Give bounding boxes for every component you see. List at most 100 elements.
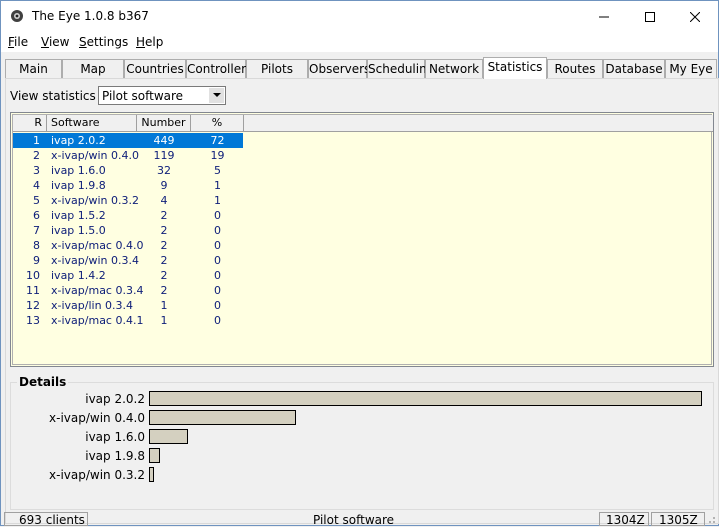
cell-software: x-ivap/mac 0.3.4 (51, 284, 144, 297)
tab-strip: Main Map Countries Controllers Pilots Ob… (5, 57, 717, 79)
app-window: The Eye 1.0.8 b367 File View Settings He… (0, 0, 719, 527)
list-header: R Software Number % (13, 115, 713, 132)
cell-software: x-ivap/win 0.3.2 (51, 194, 139, 207)
cell-number: 2 (160, 239, 168, 252)
cell-software: ivap 2.0.2 (51, 134, 106, 147)
maximize-button[interactable] (627, 1, 673, 32)
cell-software: ivap 1.5.0 (51, 224, 106, 237)
resize-grip-icon[interactable] (706, 514, 716, 524)
window-title: The Eye 1.0.8 b367 (32, 9, 149, 23)
column-header-filler (244, 115, 713, 132)
table-row[interactable]: 4 ivap 1.9.8 9 1 (13, 178, 243, 193)
bar (149, 429, 188, 444)
bar (149, 467, 154, 482)
cell-rank: 10 (26, 269, 40, 282)
table-row[interactable]: 7 ivap 1.5.0 2 0 (13, 223, 243, 238)
table-row[interactable]: 13 x-ivap/mac 0.4.1 1 0 (13, 313, 243, 328)
menu-settings-accel: S (79, 35, 87, 49)
column-header-number[interactable]: Number (137, 115, 191, 132)
tab-observers[interactable]: Observers (308, 59, 370, 78)
cell-percent: 0 (214, 224, 221, 237)
table-row[interactable]: 6 ivap 1.5.2 2 0 (13, 208, 243, 223)
cell-rank: 6 (33, 209, 40, 222)
table-row[interactable]: 10 ivap 1.4.2 2 0 (13, 268, 243, 283)
cell-number: 9 (160, 179, 168, 192)
minimize-button[interactable] (581, 1, 627, 32)
dropdown-button[interactable] (209, 88, 224, 103)
cell-software: x-ivap/mac 0.4.0 (51, 239, 144, 252)
close-icon (690, 11, 700, 22)
table-row[interactable]: 3 ivap 1.6.0 32 5 (13, 163, 243, 178)
tab-routes[interactable]: Routes (547, 59, 603, 78)
cell-number: 1 (160, 314, 168, 327)
status-time2: 1305Z (659, 513, 698, 527)
bar-label: ivap 1.9.8 (85, 449, 145, 463)
table-row[interactable]: 5 x-ivap/win 0.3.2 4 1 (13, 193, 243, 208)
table-row[interactable]: 2 x-ivap/win 0.4.0 119 19 (13, 148, 243, 163)
cell-rank: 1 (33, 134, 40, 147)
title-bar[interactable]: The Eye 1.0.8 b367 (1, 1, 718, 32)
statistics-select[interactable]: Pilot software (98, 86, 226, 105)
column-header-software[interactable]: Software (47, 115, 137, 132)
tab-countries[interactable]: Countries (124, 59, 186, 78)
tab-my-eye[interactable]: My Eye (665, 59, 717, 78)
cell-number: 2 (160, 209, 168, 222)
maximize-icon (645, 11, 655, 22)
table-row[interactable]: 9 x-ivap/win 0.3.4 2 0 (13, 253, 243, 268)
cell-number: 1 (160, 299, 168, 312)
bar-label: x-ivap/win 0.3.2 (49, 468, 145, 482)
cell-percent: 0 (214, 254, 221, 267)
cell-software: ivap 1.6.0 (51, 164, 106, 177)
column-header-rank[interactable]: R (13, 115, 47, 132)
table-row[interactable]: 1 ivap 2.0.2 449 72 (13, 133, 243, 148)
cell-software: ivap 1.4.2 (51, 269, 106, 282)
software-list[interactable]: R Software Number % 1 ivap 2.0.2 449 7 2 2 x-i… (10, 112, 714, 367)
tab-controllers[interactable]: Controllers (186, 59, 252, 78)
menu-help[interactable]: Help (136, 35, 163, 49)
tab-network[interactable]: Network (425, 59, 483, 78)
tab-database[interactable]: Database (603, 59, 665, 78)
cell-rank: 3 (33, 164, 40, 177)
table-row[interactable]: 11 x-ivap/mac 0.3.4 2 0 (13, 283, 243, 298)
column-header-percent[interactable]: % (191, 115, 244, 132)
table-row[interactable]: 8 x-ivap/mac 0.4.0 2 0 (13, 238, 243, 253)
cell-percent: 0 (214, 299, 221, 312)
status-clients: 693 clients (19, 513, 85, 527)
cell-rank: 7 (33, 224, 40, 237)
cell-software: x-ivap/win 0.3.4 (51, 254, 139, 267)
status-time1: 1304Z (606, 513, 645, 527)
cell-percent: 19 (210, 149, 225, 162)
bar (149, 391, 702, 406)
close-button[interactable] (672, 1, 718, 32)
menu-help-rest: elp (145, 35, 164, 49)
menu-file[interactable]: File (8, 35, 28, 49)
tab-statistics[interactable]: Statistics (483, 57, 547, 79)
tab-pilots[interactable]: Pilots (246, 59, 308, 78)
table-row[interactable]: 12 x-ivap/lin 0.3.4 1 0 (13, 298, 243, 313)
menu-settings[interactable]: Settings (79, 35, 128, 49)
cell-software: ivap 1.9.8 (51, 179, 106, 192)
status-center: Pilot software (313, 513, 395, 527)
tab-main[interactable]: Main (5, 59, 62, 78)
cell-percent: 1 (214, 179, 221, 192)
minimize-icon (599, 16, 609, 17)
cell-percent: 0 (214, 314, 221, 327)
bar-label: ivap 1.6.0 (85, 430, 145, 444)
cell-software: x-ivap/win 0.4.0 (51, 149, 139, 162)
tab-map[interactable]: Map (62, 59, 124, 78)
menu-file-rest: ile (14, 35, 29, 49)
cell-percent: 0 (214, 269, 221, 282)
cell-number: 449 (153, 134, 175, 147)
cell-rank: 12 (26, 299, 40, 312)
menu-view[interactable]: View (41, 35, 69, 49)
cell-percent: 0 (214, 209, 221, 222)
statistics-select-value: Pilot software (102, 89, 184, 103)
menu-view-accel: V (41, 35, 49, 49)
cell-number: 2 (160, 224, 168, 237)
chevron-down-icon (212, 93, 221, 97)
bar (149, 448, 160, 463)
cell-percent: 0 (214, 284, 221, 297)
bar-label: ivap 2.0.2 (85, 392, 145, 406)
cell-number: 119 (153, 149, 175, 162)
tab-scheduling[interactable]: Scheduling (367, 59, 434, 78)
